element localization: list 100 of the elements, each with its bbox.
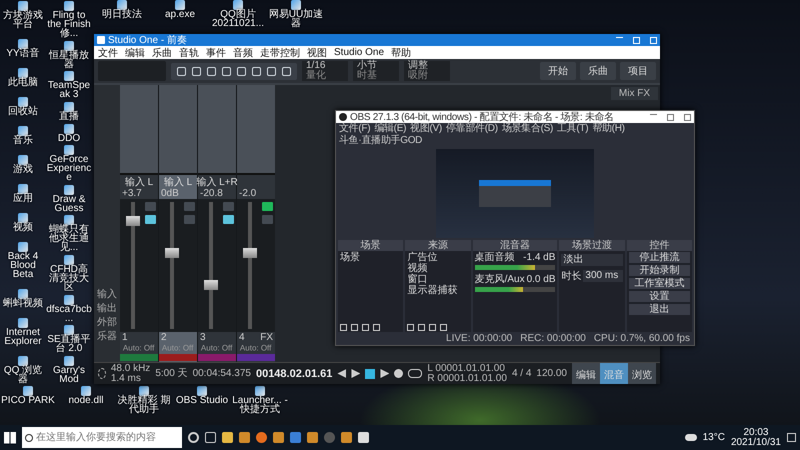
- desktop-shortcut[interactable]: 视频: [0, 213, 46, 232]
- list-item[interactable]: 窗口: [407, 274, 469, 285]
- app-icon[interactable]: [290, 432, 301, 443]
- desktop-shortcut[interactable]: 决胜精彩 期代助手: [116, 386, 172, 414]
- list-item[interactable]: 场景: [340, 252, 402, 263]
- start-icon[interactable]: [4, 432, 16, 444]
- desktop-shortcut[interactable]: QQ图片20211021...: [210, 0, 266, 28]
- desktop-shortcut[interactable]: PICO PARK: [0, 386, 56, 414]
- app-icon[interactable]: [324, 432, 335, 443]
- record-icon[interactable]: [394, 369, 404, 378]
- desktop-shortcut[interactable]: Fling to the Finish 修...: [46, 1, 92, 38]
- desktop-shortcut[interactable]: Internet Explorer: [0, 318, 46, 346]
- desktop-shortcut[interactable]: 恒星播放器: [46, 40, 92, 69]
- control-button[interactable]: 设置: [628, 291, 690, 302]
- menu-item[interactable]: 编辑: [125, 46, 145, 60]
- fader-handle[interactable]: [243, 248, 257, 258]
- desktop-shortcut[interactable]: dfsca7bcb...: [46, 294, 92, 323]
- menu-item[interactable]: 文件: [98, 46, 118, 60]
- menu-item[interactable]: 编辑(E): [374, 123, 406, 135]
- rewind-icon[interactable]: [337, 369, 346, 378]
- app-icon[interactable]: [239, 432, 250, 443]
- menu-item[interactable]: 事件: [206, 46, 226, 60]
- menu-item[interactable]: 视图(V): [410, 123, 442, 135]
- remove-icon[interactable]: [418, 324, 426, 331]
- channel-strip[interactable]: -2.0 4 FX Auto: Off: [237, 85, 275, 362]
- menu-item[interactable]: 音频: [233, 46, 253, 60]
- nav-button[interactable]: 开始: [540, 62, 576, 80]
- desktop-shortcut[interactable]: 蝌蚪视频: [0, 289, 46, 308]
- volume-slider[interactable]: [474, 287, 556, 292]
- sidebar-item[interactable]: 外部: [97, 318, 117, 328]
- automation-mode[interactable]: Auto: Off: [201, 344, 233, 353]
- desktop-shortcut[interactable]: 回收站: [0, 97, 46, 116]
- toolbar-field[interactable]: 1/16 量化: [302, 61, 348, 81]
- menu-item[interactable]: 乐曲: [152, 46, 172, 60]
- transition-select[interactable]: 淡出: [561, 254, 623, 266]
- control-button[interactable]: 停止推流: [628, 252, 690, 263]
- desktop-shortcut[interactable]: Draw & Guess: [46, 184, 92, 213]
- desktop-shortcut[interactable]: 应用: [0, 184, 46, 203]
- desktop-shortcut[interactable]: QQ 浏览器: [0, 356, 46, 384]
- desktop-shortcut[interactable]: GeForce Experience: [46, 145, 92, 182]
- view-button[interactable]: 编辑: [572, 363, 600, 384]
- circle-icon[interactable]: [188, 432, 199, 443]
- nav-button[interactable]: 项目: [620, 62, 656, 80]
- desktop-shortcut[interactable]: 蝴蝶只有他求生通见...: [46, 215, 92, 252]
- desktop-shortcut[interactable]: DDO: [46, 124, 92, 142]
- list-item[interactable]: 广告位: [407, 252, 469, 263]
- desktop-shortcut[interactable]: 游戏: [0, 155, 46, 174]
- nav-button[interactable]: 乐曲: [580, 62, 616, 80]
- automation-mode[interactable]: Auto: Off: [123, 344, 155, 353]
- desktop-shortcut[interactable]: node.dll: [58, 386, 114, 414]
- toolbar-field[interactable]: 调整 吸附: [404, 61, 450, 81]
- duration-field[interactable]: 300 ms: [583, 270, 623, 282]
- desktop-shortcut[interactable]: 音乐: [0, 126, 46, 145]
- list-item[interactable]: 视频: [407, 263, 469, 274]
- menu-item[interactable]: 帮助(H): [592, 123, 625, 135]
- desktop-shortcut[interactable]: OBS Studio: [174, 386, 230, 414]
- browser-icon[interactable]: [256, 432, 267, 443]
- up-icon[interactable]: [429, 324, 436, 331]
- desktop-shortcut[interactable]: 方块游戏平台: [0, 1, 46, 29]
- control-button[interactable]: 退出: [628, 304, 690, 315]
- desktop-shortcut[interactable]: TeamSpeak 3: [46, 71, 92, 100]
- folder-icon[interactable]: [222, 432, 233, 443]
- up-icon[interactable]: [362, 324, 369, 331]
- control-button[interactable]: 开始录制: [628, 265, 690, 276]
- volume-slider[interactable]: [474, 265, 556, 270]
- list-item[interactable]: 显示器捕获: [407, 285, 469, 296]
- forward-icon[interactable]: [351, 369, 360, 378]
- add-icon[interactable]: [340, 324, 347, 331]
- automation-mode[interactable]: Auto: Off: [240, 344, 272, 353]
- remove-icon[interactable]: [351, 324, 358, 331]
- stop-icon[interactable]: [365, 368, 376, 378]
- desktop-shortcut[interactable]: Back 4 Blood Beta: [0, 242, 46, 279]
- channel-strip[interactable]: 输入 L 0dB 2 Auto: Off: [159, 85, 197, 362]
- control-button[interactable]: 工作室模式: [628, 278, 690, 289]
- desktop-shortcut[interactable]: 明日技法: [94, 0, 150, 28]
- desktop-shortcut[interactable]: Launcher... - 快捷方式: [232, 386, 288, 414]
- task-view-icon[interactable]: [205, 432, 216, 443]
- fader-handle[interactable]: [204, 280, 218, 290]
- desktop-shortcut[interactable]: 此电脑: [0, 68, 46, 87]
- play-icon[interactable]: [380, 369, 390, 378]
- app-icon[interactable]: [341, 432, 352, 443]
- notification-icon[interactable]: [787, 433, 796, 442]
- desktop-shortcut[interactable]: Garry's Mod: [46, 356, 92, 384]
- app-icon[interactable]: [307, 432, 318, 443]
- menu-item[interactable]: 斗鱼·直播助手GOD: [339, 135, 422, 147]
- sidebar-item[interactable]: 输入: [97, 290, 117, 300]
- down-icon[interactable]: [440, 324, 448, 331]
- menu-item[interactable]: 视图: [307, 46, 327, 60]
- menu-item[interactable]: 工具(T): [557, 123, 588, 135]
- desktop-shortcut[interactable]: 网易UU加速器: [268, 0, 324, 28]
- add-icon[interactable]: [407, 324, 414, 331]
- sidebar-item[interactable]: 输出: [97, 304, 117, 314]
- menu-item[interactable]: 音轨: [179, 46, 199, 60]
- down-icon[interactable]: [373, 324, 380, 331]
- fader-handle[interactable]: [126, 216, 140, 226]
- loop-icon[interactable]: [408, 369, 422, 378]
- menu-item[interactable]: 场景集合(S): [502, 123, 553, 135]
- menu-item[interactable]: 停靠部件(D): [446, 123, 498, 135]
- fader-handle[interactable]: [165, 248, 179, 258]
- channel-strip[interactable]: 输入 L+R -20.8 3 Auto: Off: [198, 85, 236, 362]
